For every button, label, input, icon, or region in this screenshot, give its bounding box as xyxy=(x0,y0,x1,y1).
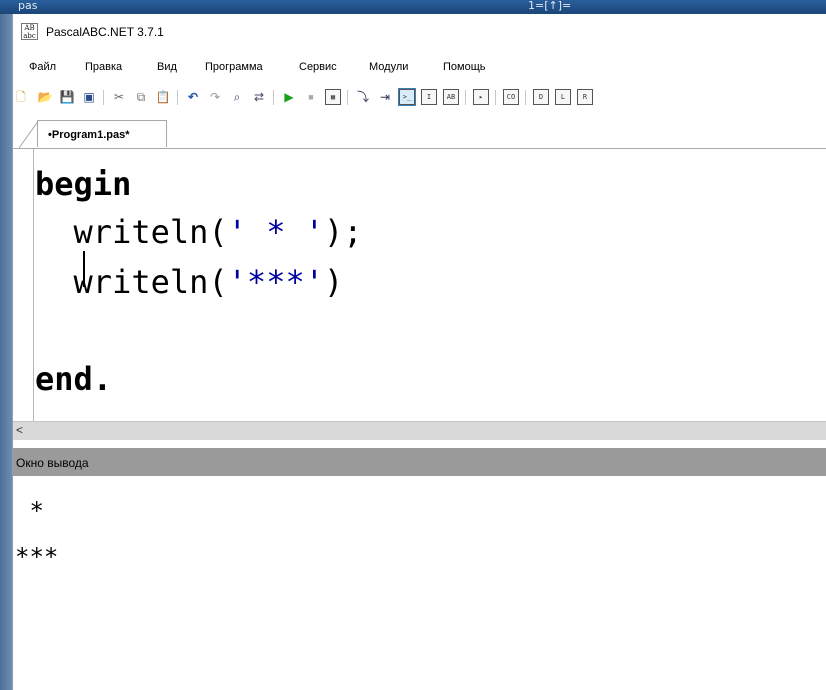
code-string: ' * ' xyxy=(227,213,324,251)
compile-icon[interactable]: ▸ xyxy=(473,89,489,105)
output-panel-header: Окно вывода xyxy=(13,448,826,476)
toolbar: 🗋 📂 💾 ▣ ✂ ⧉ 📋 ↶ ↷ ⌕ ⇄ ▶ ■ ▦ ⤵ ⇥ >_ I AB … xyxy=(13,84,826,112)
background-window-title: pas xyxy=(18,0,38,12)
text-cursor xyxy=(83,251,85,287)
title-bar[interactable]: AB abc PascalABC.NET 3.7.1 xyxy=(13,14,826,50)
output-panel-title: Окно вывода xyxy=(16,456,89,470)
keyword-end: end xyxy=(35,360,93,398)
debug-icon[interactable]: L xyxy=(555,89,571,105)
tab-label: •Program1.pas* xyxy=(48,129,130,141)
toolbar-separator xyxy=(465,90,466,105)
stop-icon[interactable]: ■ xyxy=(303,89,319,105)
menu-help[interactable]: Помощь xyxy=(443,61,486,73)
toolbar-separator xyxy=(273,90,274,105)
output-line-2: *** xyxy=(15,543,59,571)
code-line-1: begin xyxy=(35,164,131,204)
toolbar-separator xyxy=(347,90,348,105)
code-line-2: writeln(' * '); xyxy=(35,212,363,252)
console-icon[interactable]: >_ xyxy=(398,88,416,106)
replace-icon[interactable]: ⇄ xyxy=(251,89,267,105)
code-editor[interactable]: begin writeln(' * '); writeln('***') end… xyxy=(13,149,826,421)
toolbar-separator xyxy=(103,90,104,105)
find-icon[interactable]: ⌕ xyxy=(229,89,245,105)
output-line-1: * xyxy=(15,497,44,525)
tab-program1[interactable]: •Program1.pas* xyxy=(37,120,167,147)
menu-program[interactable]: Программа xyxy=(205,61,263,73)
new-file-icon[interactable]: 🗋 xyxy=(13,89,29,105)
output-panel[interactable]: * *** xyxy=(13,477,826,690)
toolbar-separator xyxy=(177,90,178,105)
intellisense-icon[interactable]: AB xyxy=(443,89,459,105)
code-template-icon[interactable]: CO xyxy=(503,89,519,105)
cut-icon[interactable]: ✂ xyxy=(111,89,127,105)
code-function: writeln( xyxy=(35,213,228,251)
open-icon[interactable]: 📂 xyxy=(37,89,53,105)
save-icon[interactable]: 💾 xyxy=(59,89,75,105)
desktop-top-strip: pas 1=[↑]= xyxy=(0,0,826,14)
toolbar-separator xyxy=(525,90,526,105)
desktop-left-strip xyxy=(0,14,12,690)
tab-slope-decoration xyxy=(19,120,39,148)
code-line-3: writeln('***') xyxy=(35,262,344,302)
menu-service[interactable]: Сервис xyxy=(299,61,337,73)
toolbar-separator xyxy=(495,90,496,105)
code-tail: ); xyxy=(323,213,363,251)
paste-icon[interactable]: 📋 xyxy=(155,89,171,105)
menu-bar: Файл Правка Вид Программа Сервис Модули … xyxy=(13,58,826,78)
scroll-left-arrow[interactable]: < xyxy=(16,423,23,437)
release-icon[interactable]: R xyxy=(577,89,593,105)
horizontal-scrollbar[interactable]: < xyxy=(13,421,826,440)
keyword-begin: begin xyxy=(35,165,132,203)
step-into-icon[interactable]: ⤵ xyxy=(355,89,371,105)
ab-app-icon[interactable]: AB abc xyxy=(21,23,38,40)
code-line-5: end. xyxy=(35,359,112,399)
menu-modules[interactable]: Модули xyxy=(369,61,408,73)
undo-icon[interactable]: ↶ xyxy=(185,89,201,105)
copy-icon[interactable]: ⧉ xyxy=(133,89,149,105)
run-icon[interactable]: ▶ xyxy=(281,89,297,105)
format-icon[interactable]: I xyxy=(421,89,437,105)
step-over-icon[interactable]: ⇥ xyxy=(377,89,393,105)
menu-view[interactable]: Вид xyxy=(157,61,177,73)
background-window-controls: 1=[↑]= xyxy=(528,0,572,12)
app-window: AB abc PascalABC.NET 3.7.1 Файл Правка Ви… xyxy=(12,14,826,690)
editor-tab-strip: •Program1.pas* xyxy=(13,118,826,149)
save-all-icon[interactable]: ▣ xyxy=(81,89,97,105)
window-title: PascalABC.NET 3.7.1 xyxy=(46,25,164,39)
code-function: writeln( xyxy=(35,263,228,301)
code-tail: ) xyxy=(323,263,344,301)
debug-window-icon[interactable]: ▦ xyxy=(325,89,341,105)
form-designer-icon[interactable]: D xyxy=(533,89,549,105)
menu-file[interactable]: Файл xyxy=(29,61,56,73)
redo-icon[interactable]: ↷ xyxy=(207,89,223,105)
editor-gutter xyxy=(33,149,34,421)
code-tail: . xyxy=(92,360,113,398)
menu-edit[interactable]: Правка xyxy=(85,61,122,73)
code-string: '***' xyxy=(227,263,324,301)
